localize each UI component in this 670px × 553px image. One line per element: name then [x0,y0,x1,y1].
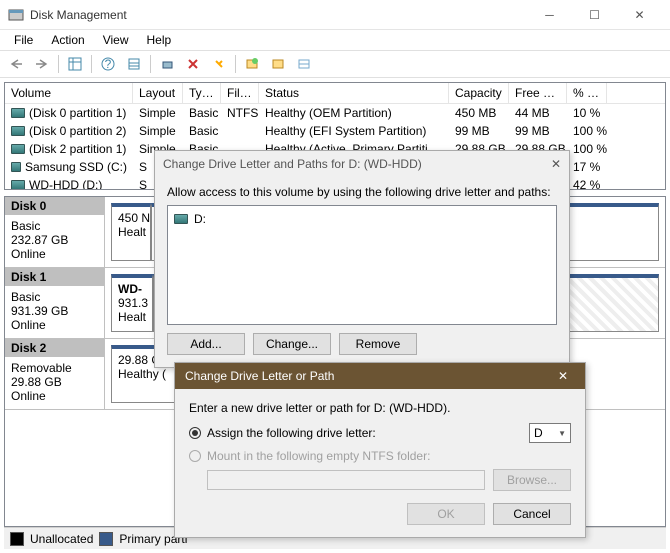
volume-icon [11,126,25,136]
radio-assign-label: Assign the following drive letter: [207,426,376,440]
col-layout[interactable]: Layout [133,83,183,103]
disk-state: Online [11,318,98,332]
menu-help[interactable]: Help [139,31,180,49]
legend-unallocated: Unallocated [30,532,93,546]
action2-button[interactable] [266,53,290,75]
maximize-button[interactable]: ☐ [572,0,617,30]
add-button[interactable]: Add... [167,333,245,355]
menu-view[interactable]: View [95,31,137,49]
drive-icon [174,214,188,224]
table-row[interactable]: (Disk 0 partition 2)SimpleBasicHealthy (… [5,122,665,140]
disk-size: 29.88 GB [11,375,98,389]
disk-name: Disk 0 [5,197,104,215]
views-button[interactable] [63,53,87,75]
radio-mount-folder[interactable] [189,450,201,462]
action3-button[interactable] [292,53,316,75]
chevron-down-icon: ▼ [558,429,566,438]
dialog2-title: Change Drive Letter or Path [185,369,334,383]
refresh-button[interactable] [155,53,179,75]
disk-size: 931.39 GB [11,304,98,318]
col-free[interactable]: Free Sp... [509,83,567,103]
dialog1-instruction: Allow access to this volume by using the… [167,185,557,199]
table-header[interactable]: Volume Layout Type File... Status Capaci… [5,83,665,104]
menu-file[interactable]: File [6,31,41,49]
separator [235,55,236,73]
browse-button: Browse... [493,469,571,491]
cancel-button[interactable]: Cancel [493,503,571,525]
table-row[interactable]: (Disk 0 partition 1)SimpleBasicNTFSHealt… [5,104,665,122]
disk-type: Basic [11,219,98,233]
col-status[interactable]: Status [259,83,449,103]
disk-type: Basic [11,290,98,304]
swatch-primary [99,532,113,546]
close-button[interactable]: ✕ [617,0,662,30]
change-letter-dialog: Change Drive Letter or Path ✕ Enter a ne… [174,362,586,538]
disk-state: Online [11,389,98,403]
action1-button[interactable] [240,53,264,75]
folder-path-input [207,470,485,490]
disk-type: Removable [11,361,98,375]
partition[interactable]: 450 NHealt [111,203,151,261]
list-item[interactable]: D: [172,210,552,228]
drive-letter-select[interactable]: D ▼ [529,423,571,443]
col-pct[interactable]: % F... [567,83,607,103]
swatch-unallocated [10,532,24,546]
dialog2-close-icon[interactable]: ✕ [551,369,575,383]
separator [58,55,59,73]
volume-icon [11,180,25,190]
settings-button[interactable] [122,53,146,75]
disk-state: Online [11,247,98,261]
radio-assign-letter[interactable] [189,427,201,439]
window-title: Disk Management [30,8,527,22]
disk-name: Disk 1 [5,268,104,286]
dialog2-instruction: Enter a new drive letter or path for D: … [189,401,571,415]
ok-button: OK [407,503,485,525]
remove-button[interactable]: Remove [339,333,417,355]
help-button[interactable]: ? [96,53,120,75]
disk-size: 232.87 GB [11,233,98,247]
app-icon [8,7,24,23]
drive-letter-value: D [534,426,543,440]
menubar: File Action View Help [0,30,670,50]
minimize-button[interactable]: ─ [527,0,572,30]
dialog1-close-icon[interactable]: ✕ [551,157,561,171]
col-volume[interactable]: Volume [5,83,133,103]
separator [91,55,92,73]
volume-icon [11,108,25,118]
delete-button[interactable] [181,53,205,75]
disk-name: Disk 2 [5,339,104,357]
toolbar: ? [0,50,670,78]
change-letter-paths-dialog: Change Drive Letter and Paths for D: (WD… [154,150,570,368]
change-button[interactable]: Change... [253,333,331,355]
forward-button[interactable] [30,53,54,75]
paths-listbox[interactable]: D: [167,205,557,325]
separator [150,55,151,73]
back-button[interactable] [4,53,28,75]
volume-icon [11,162,21,172]
menu-action[interactable]: Action [43,31,92,49]
properties-button[interactable] [207,53,231,75]
radio-mount-label: Mount in the following empty NTFS folder… [207,449,430,463]
svg-text:?: ? [105,57,112,71]
list-item-label: D: [194,212,206,226]
titlebar: Disk Management ─ ☐ ✕ [0,0,670,30]
dialog1-title: Change Drive Letter and Paths for D: (WD… [163,157,422,171]
col-capacity[interactable]: Capacity [449,83,509,103]
partition[interactable]: WD-931.3Healt [111,274,153,332]
volume-icon [11,144,25,154]
col-type[interactable]: Type [183,83,221,103]
col-fs[interactable]: File... [221,83,259,103]
